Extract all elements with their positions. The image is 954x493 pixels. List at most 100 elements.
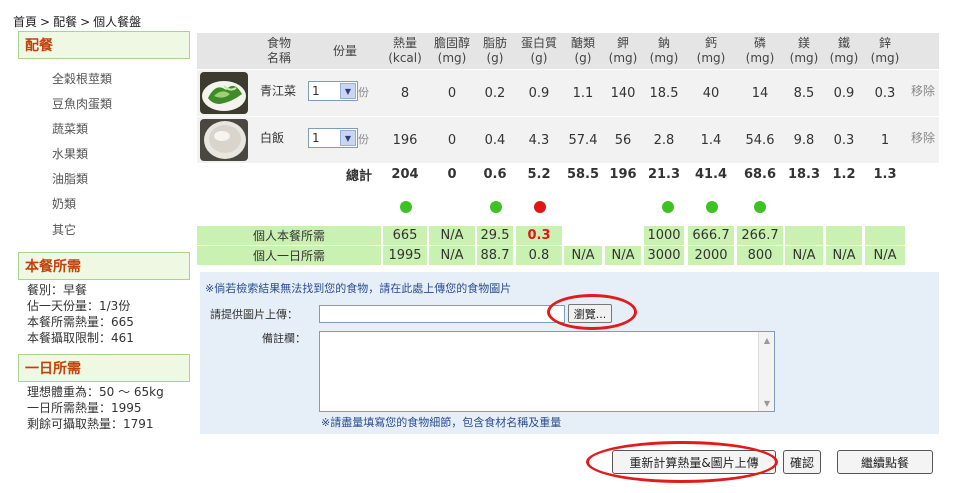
value-fat: 0.4 [484,132,506,148]
meal-limit: 本餐攝取限制：461 [27,331,134,345]
value-zinc: 1 [880,132,890,148]
meal-req-kcal: 665 [383,226,427,245]
day-info-list: 理想體重為：50 ～ 65kg 一日所需熱量：1995 剩餘可攝取熱量：1791 [27,384,164,432]
upload-note: ※倘若檢索結果無法找到您的食物，請在此處上傳您的食物圖片 [205,282,512,295]
ideal-weight: 理想體重為：50 ～ 65kg [27,385,164,399]
value-iron: 0.3 [833,132,855,148]
col-qty: 份量 [332,43,357,58]
total-label: 總計 [345,168,372,184]
meal-req-iron [826,226,862,245]
value-potassium: 56 [614,132,632,148]
col-sodium: 鈉 (mg) [649,36,679,65]
status-dot-protein [534,201,546,213]
col-kcal: 熱量 (kcal) [388,36,422,65]
notes-hint: ※請盡量填寫您的食物細節，包含食材名稱及重量 [321,416,562,429]
meal-req-label: 個人本餐所需 [197,226,381,245]
total-carbs: 58.5 [566,166,600,182]
chevron-up-icon[interactable]: ▲ [760,333,774,347]
meal-req-calcium: 666.7 [688,226,734,245]
total-sodium: 21.3 [647,166,681,182]
value-protein: 4.3 [528,132,550,148]
total-phosphorus: 68.6 [743,166,777,182]
col-calcium: 鈣 (mg) [696,36,726,65]
table-row: 白飯 1 ▼ 份 196 0 0.4 4.3 57.4 56 2.8 1.4 54… [197,117,939,163]
totals-row: 總計 204 0 0.6 5.2 58.5 196 21.3 41.4 68.6… [197,164,939,184]
breadcrumb-plate: 個人餐盤 [93,15,142,29]
value-zinc: 0.3 [874,85,896,101]
total-calcium: 41.4 [694,166,728,182]
day-req-potassium: N/A [605,246,641,265]
col-name: 食物 名稱 [266,36,291,65]
status-dot-phosphorus [754,201,766,213]
value-magnesium: 8.5 [793,85,815,101]
meal-type: 餐別：早餐 [27,283,88,297]
meal-req-potassium [605,226,641,245]
value-phosphorus: 14 [751,85,769,101]
value-carbs: 1.1 [572,85,594,101]
value-cholesterol: 0 [447,85,457,101]
quantity-unit: 份 [358,86,369,99]
day-req-cholesterol: N/A [429,246,475,265]
meal-req-zinc [865,226,905,245]
remaining-calories: 剩餘可攝取熱量：1791 [27,417,154,431]
sidebar-item-dairy[interactable]: 奶類 [52,195,76,212]
quantity-select[interactable]: 1 ▼ [308,81,358,101]
value-potassium: 140 [610,85,636,101]
day-req-calcium: 2000 [688,246,734,265]
breadcrumb-separator: > [40,15,51,29]
table-header: 食物 名稱 份量 熱量 (kcal) 膽固醇 (mg) 脂肪 (g) 蛋白質 (g) 醣類… [197,33,939,69]
sidebar-item-grains[interactable]: 全穀根莖類 [52,70,112,87]
day-calories: 一日所需熱量：1995 [27,401,142,415]
confirm-button[interactable]: 確認 [783,450,821,474]
total-magnesium: 18.3 [787,166,821,182]
day-req-carbs: N/A [564,246,602,265]
table-row: 青江菜 1 ▼ 份 8 0 0.2 0.9 1.1 140 18.5 40 14 … [197,70,939,116]
value-fat: 0.2 [484,85,506,101]
chevron-down-icon[interactable]: ▼ [340,130,356,146]
notes-label: 備註欄： [262,332,306,345]
sidebar-item-protein[interactable]: 豆魚肉蛋類 [52,95,112,112]
sidebar-item-vegetables[interactable]: 蔬菜類 [52,120,88,137]
breadcrumb-meal[interactable]: 配餐 [53,15,77,29]
file-path-input[interactable] [319,305,565,323]
total-fat: 0.6 [483,166,507,182]
sidebar-item-fats[interactable]: 油脂類 [52,170,88,187]
food-name: 白飯 [260,131,285,145]
breadcrumb: 首頁 > 配餐 > 個人餐盤 [13,13,141,30]
sidebar-item-fruits[interactable]: 水果類 [52,145,88,162]
chevron-down-icon[interactable]: ▼ [760,396,774,410]
recalculate-upload-button[interactable]: 重新計算熱量&圖片上傳 [612,450,776,474]
meal-req-cholesterol: N/A [429,226,475,245]
value-cholesterol: 0 [447,132,457,148]
total-zinc: 1.3 [873,166,897,182]
value-kcal: 196 [392,132,418,148]
meal-req-protein: 0.3 [516,226,562,245]
remove-link[interactable]: 移除 [911,129,935,146]
status-dot-calcium [706,201,718,213]
day-req-label: 個人一日所需 [197,246,381,265]
meal-req-fat: 29.5 [477,226,513,245]
value-iron: 0.9 [833,85,855,101]
quantity-select[interactable]: 1 ▼ [308,128,358,148]
day-req-fat: 88.7 [477,246,513,265]
browse-button[interactable]: 瀏覽... [568,304,612,323]
remove-link[interactable]: 移除 [911,82,935,99]
value-kcal: 8 [400,85,410,101]
continue-ordering-button[interactable]: 繼續點餐 [837,450,933,474]
chevron-down-icon[interactable]: ▼ [340,83,356,99]
breadcrumb-separator: > [80,15,91,29]
meal-req-phosphorus: 266.7 [737,226,783,245]
meal-req-magnesium [785,226,823,245]
meal-calories: 本餐所需熱量：665 [27,315,134,329]
breadcrumb-home[interactable]: 首頁 [13,15,37,29]
total-protein: 5.2 [527,166,551,182]
day-req-iron: N/A [826,246,862,265]
meal-info-list: 餐別：早餐 佔一天份量：1/3份 本餐所需熱量：665 本餐攝取限制：461 [27,282,134,346]
value-carbs: 57.4 [568,132,598,148]
upload-image-label: 請提供圖片上傳： [210,308,298,321]
value-sodium: 18.5 [649,85,679,101]
scrollbar[interactable]: ▲ ▼ [758,332,774,411]
sidebar-item-other[interactable]: 其它 [52,221,76,238]
notes-textarea[interactable]: ▲ ▼ [319,331,775,412]
col-phosphorus: 磷 (mg) [745,36,775,65]
